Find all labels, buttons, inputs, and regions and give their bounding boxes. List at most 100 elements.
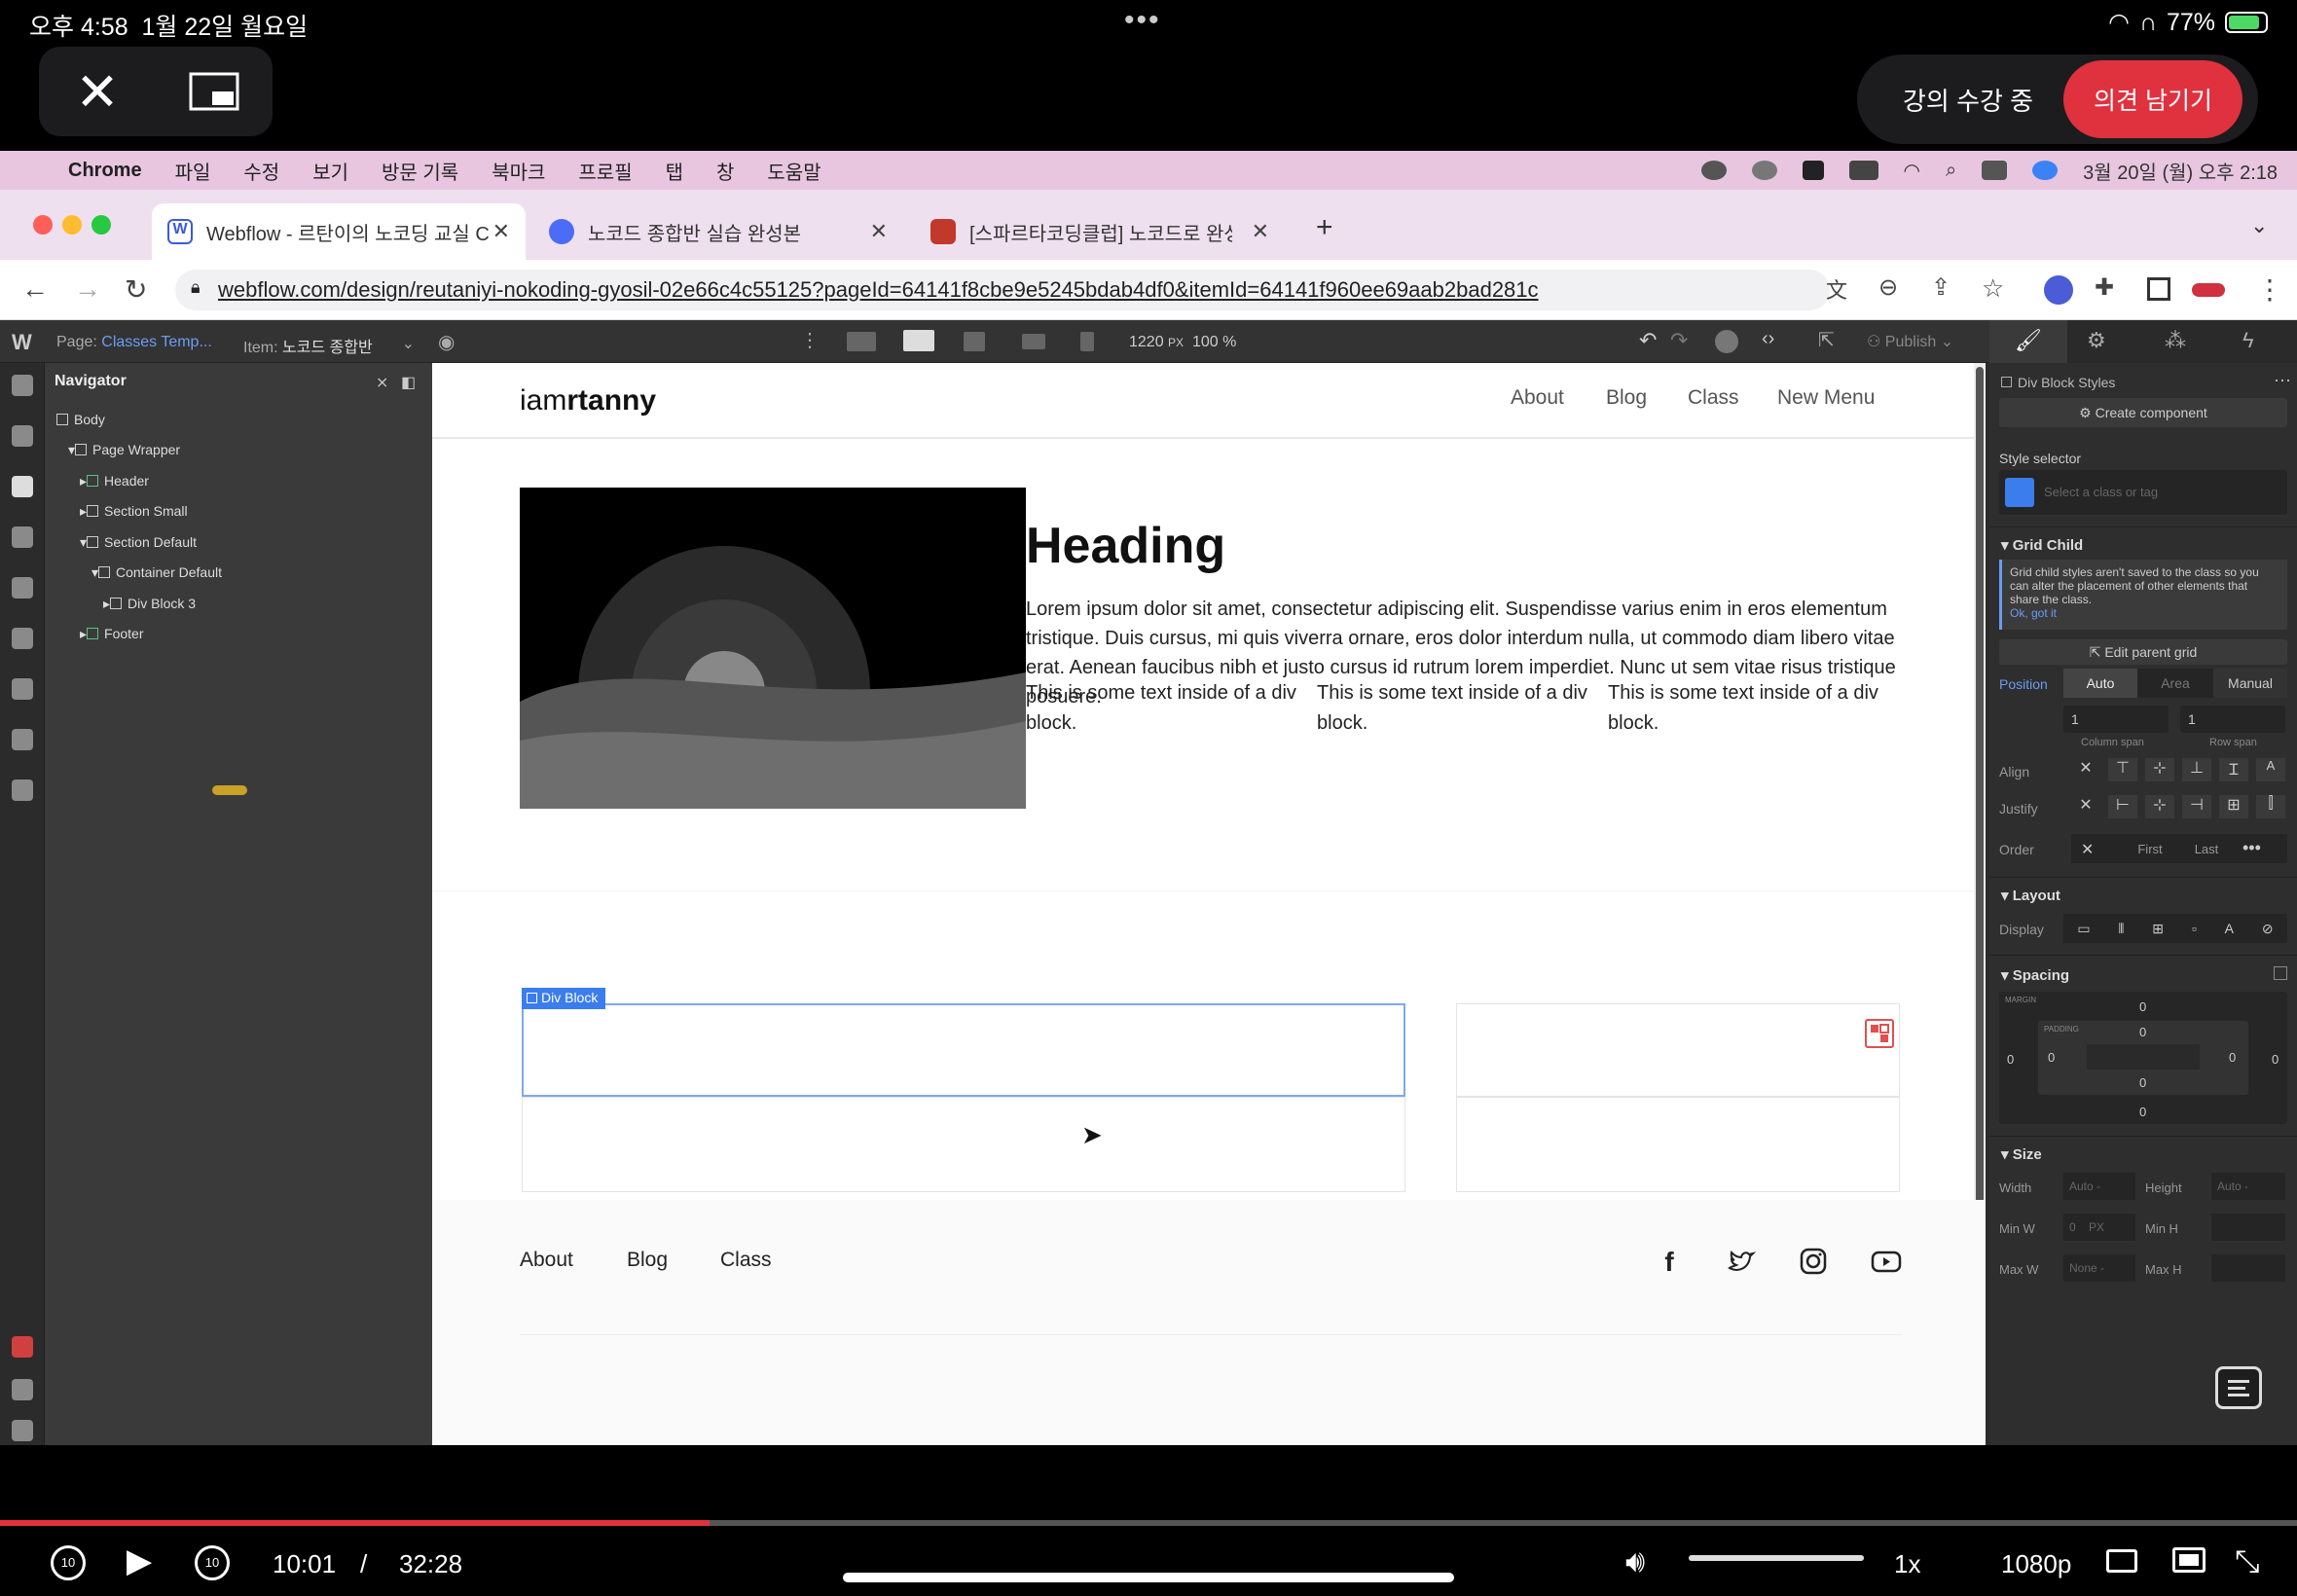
users-icon[interactable]: [12, 628, 33, 649]
home-indicator[interactable]: [843, 1573, 1454, 1582]
export-icon[interactable]: ⇱: [1818, 328, 1835, 352]
maximize-window-icon[interactable]: [91, 215, 111, 235]
add-panel-icon[interactable]: [12, 375, 33, 396]
grid-cell[interactable]: [1456, 1097, 1900, 1192]
min-h-input[interactable]: [2211, 1214, 2285, 1241]
tablet-breakpoint-icon[interactable]: [964, 332, 985, 351]
nav-link-class[interactable]: Class: [1688, 386, 1739, 410]
redo-icon[interactable]: ↷: [1670, 328, 1688, 353]
skip-forward-10-icon[interactable]: 10: [195, 1545, 230, 1580]
menu-item[interactable]: 탭: [666, 157, 683, 185]
display-grid-icon[interactable]: ⊞: [2152, 921, 2164, 937]
display-block-icon[interactable]: ▭: [2077, 921, 2090, 937]
forward-icon[interactable]: →: [74, 273, 101, 305]
settings-icon[interactable]: [12, 780, 33, 801]
clear-icon[interactable]: ✕: [2081, 840, 2094, 859]
margin-top-value[interactable]: 0: [2139, 999, 2146, 1014]
spacing-section[interactable]: ▾ Spacing: [2001, 966, 2069, 984]
cms-icon[interactable]: [12, 577, 33, 598]
style-brush-icon[interactable]: 🖌︎: [1989, 320, 2067, 363]
browser-tab[interactable]: [스파르타코딩클럽] 노코드로 완성도 ✕: [915, 203, 1285, 260]
wifi-menubar-icon[interactable]: ◠: [1904, 159, 1920, 183]
footer-link-about[interactable]: About: [520, 1249, 573, 1272]
div-text-block[interactable]: This is some text inside of a div block.: [1317, 678, 1609, 739]
footer-link-class[interactable]: Class: [720, 1249, 772, 1272]
team-icon[interactable]: [12, 1420, 33, 1441]
nav-item-section-default[interactable]: ▾ Section Default: [45, 534, 197, 551]
undo-icon[interactable]: ↶: [1639, 328, 1657, 353]
mobile-landscape-icon[interactable]: [1022, 334, 1045, 349]
menu-item[interactable]: 수정: [243, 157, 279, 185]
nav-item-section-small[interactable]: ▸ Section Small: [45, 503, 188, 520]
margin-left-value[interactable]: 0: [2007, 1052, 2014, 1067]
control-center-icon[interactable]: [1982, 161, 2008, 180]
justify-stretch-icon[interactable]: ⊞: [2219, 795, 2248, 818]
max-w-input[interactable]: None -: [2063, 1254, 2135, 1282]
settings-gear-icon[interactable]: ⚙: [2087, 328, 2106, 353]
padding-bottom-value[interactable]: 0: [2139, 1075, 2146, 1090]
browser-tab[interactable]: W Webflow - 르탄이의 노코딩 교실 C ✕: [152, 203, 526, 260]
padding-right-value[interactable]: 0: [2229, 1050, 2236, 1065]
feedback-button[interactable]: 의견 남기기: [2063, 60, 2242, 138]
captions-icon[interactable]: [2106, 1549, 2137, 1573]
input-source-icon[interactable]: [1802, 161, 1824, 180]
siri-icon[interactable]: [2032, 161, 2059, 180]
site-footer[interactable]: About Blog Class f: [432, 1200, 1986, 1445]
instagram-icon[interactable]: [1799, 1247, 1828, 1276]
close-tab-icon[interactable]: ✕: [870, 219, 888, 244]
speed-button[interactable]: 1x: [1894, 1549, 1920, 1579]
search-icon[interactable]: [12, 1379, 33, 1400]
order-last[interactable]: Last: [2182, 842, 2231, 856]
exit-fullscreen-icon[interactable]: ⤡: [2235, 1543, 2260, 1580]
edit-parent-grid-button[interactable]: ⇱ Edit parent grid: [1999, 639, 2287, 665]
close-window-icon[interactable]: [33, 215, 53, 235]
sidepanel-icon[interactable]: [2147, 277, 2170, 301]
padding-left-value[interactable]: 0: [2048, 1050, 2055, 1065]
nav-link-new-menu[interactable]: New Menu: [1777, 386, 1875, 410]
page-switcher[interactable]: Page: Classes Temp...: [56, 334, 212, 351]
size-section[interactable]: ▾ Size: [2001, 1145, 2042, 1163]
close-tab-icon[interactable]: ✕: [1252, 219, 1269, 244]
desktop-breakpoint-icon[interactable]: [847, 332, 876, 351]
div-text-block[interactable]: This is some text inside of a div block.: [1026, 678, 1318, 739]
comments-icon[interactable]: [1715, 330, 1738, 353]
padding-box[interactable]: PADDING 0 0 0 0: [2038, 1021, 2248, 1095]
width-input[interactable]: Auto -: [2063, 1173, 2135, 1200]
profile-icon[interactable]: [2192, 283, 2225, 297]
theater-mode-icon[interactable]: [2172, 1547, 2206, 1573]
selected-element-tag[interactable]: Div Block: [522, 988, 606, 1009]
padding-top-value[interactable]: 0: [2139, 1025, 2146, 1039]
url-bar[interactable]: 🔒︎ webflow.com/design/reutaniyi-nokoding…: [175, 270, 1830, 310]
dock-icon[interactable]: ◧: [401, 373, 416, 392]
margin-bottom-value[interactable]: 0: [2139, 1105, 2146, 1119]
base-breakpoint-icon[interactable]: [903, 330, 934, 351]
twitter-icon[interactable]: [1727, 1247, 1757, 1276]
nav-link-blog[interactable]: Blog: [1606, 386, 1647, 410]
nav-item-footer[interactable]: ▸ Footer: [45, 626, 144, 642]
align-center-icon[interactable]: ⊹: [2145, 758, 2174, 781]
nav-item-body[interactable]: Body: [45, 412, 105, 427]
new-tab-icon[interactable]: +: [1316, 211, 1333, 244]
page-heading[interactable]: Heading: [1026, 517, 1225, 575]
audit-icon[interactable]: [12, 1336, 33, 1358]
search-menubar-icon[interactable]: ⌕: [1946, 160, 1956, 182]
menu-item[interactable]: 창: [716, 157, 734, 185]
menu-item[interactable]: 보기: [312, 157, 348, 185]
menu-item[interactable]: 프로필: [578, 157, 632, 185]
reload-icon[interactable]: ↻: [125, 273, 147, 306]
style-manager-icon[interactable]: ⁂: [2165, 328, 2186, 353]
row-span-input[interactable]: 1: [2180, 706, 2285, 733]
display-none-icon[interactable]: ⊘: [2262, 921, 2274, 937]
hero-image[interactable]: [520, 488, 1026, 809]
display-inline-icon[interactable]: A: [2225, 921, 2234, 936]
facebook-icon[interactable]: f: [1655, 1247, 1684, 1277]
max-h-input[interactable]: [2211, 1254, 2285, 1282]
nav-item-header[interactable]: ▸ Header: [45, 473, 149, 490]
height-input[interactable]: Auto -: [2211, 1173, 2285, 1200]
youtube-icon[interactable]: [1871, 1247, 1902, 1276]
margin-right-value[interactable]: 0: [2272, 1052, 2279, 1067]
play-icon[interactable]: ▶: [127, 1542, 152, 1580]
pin-icon[interactable]: ⨯: [376, 373, 388, 392]
align-end-icon[interactable]: ⊥: [2182, 758, 2211, 781]
align-start-icon[interactable]: ⊤: [2108, 758, 2137, 781]
